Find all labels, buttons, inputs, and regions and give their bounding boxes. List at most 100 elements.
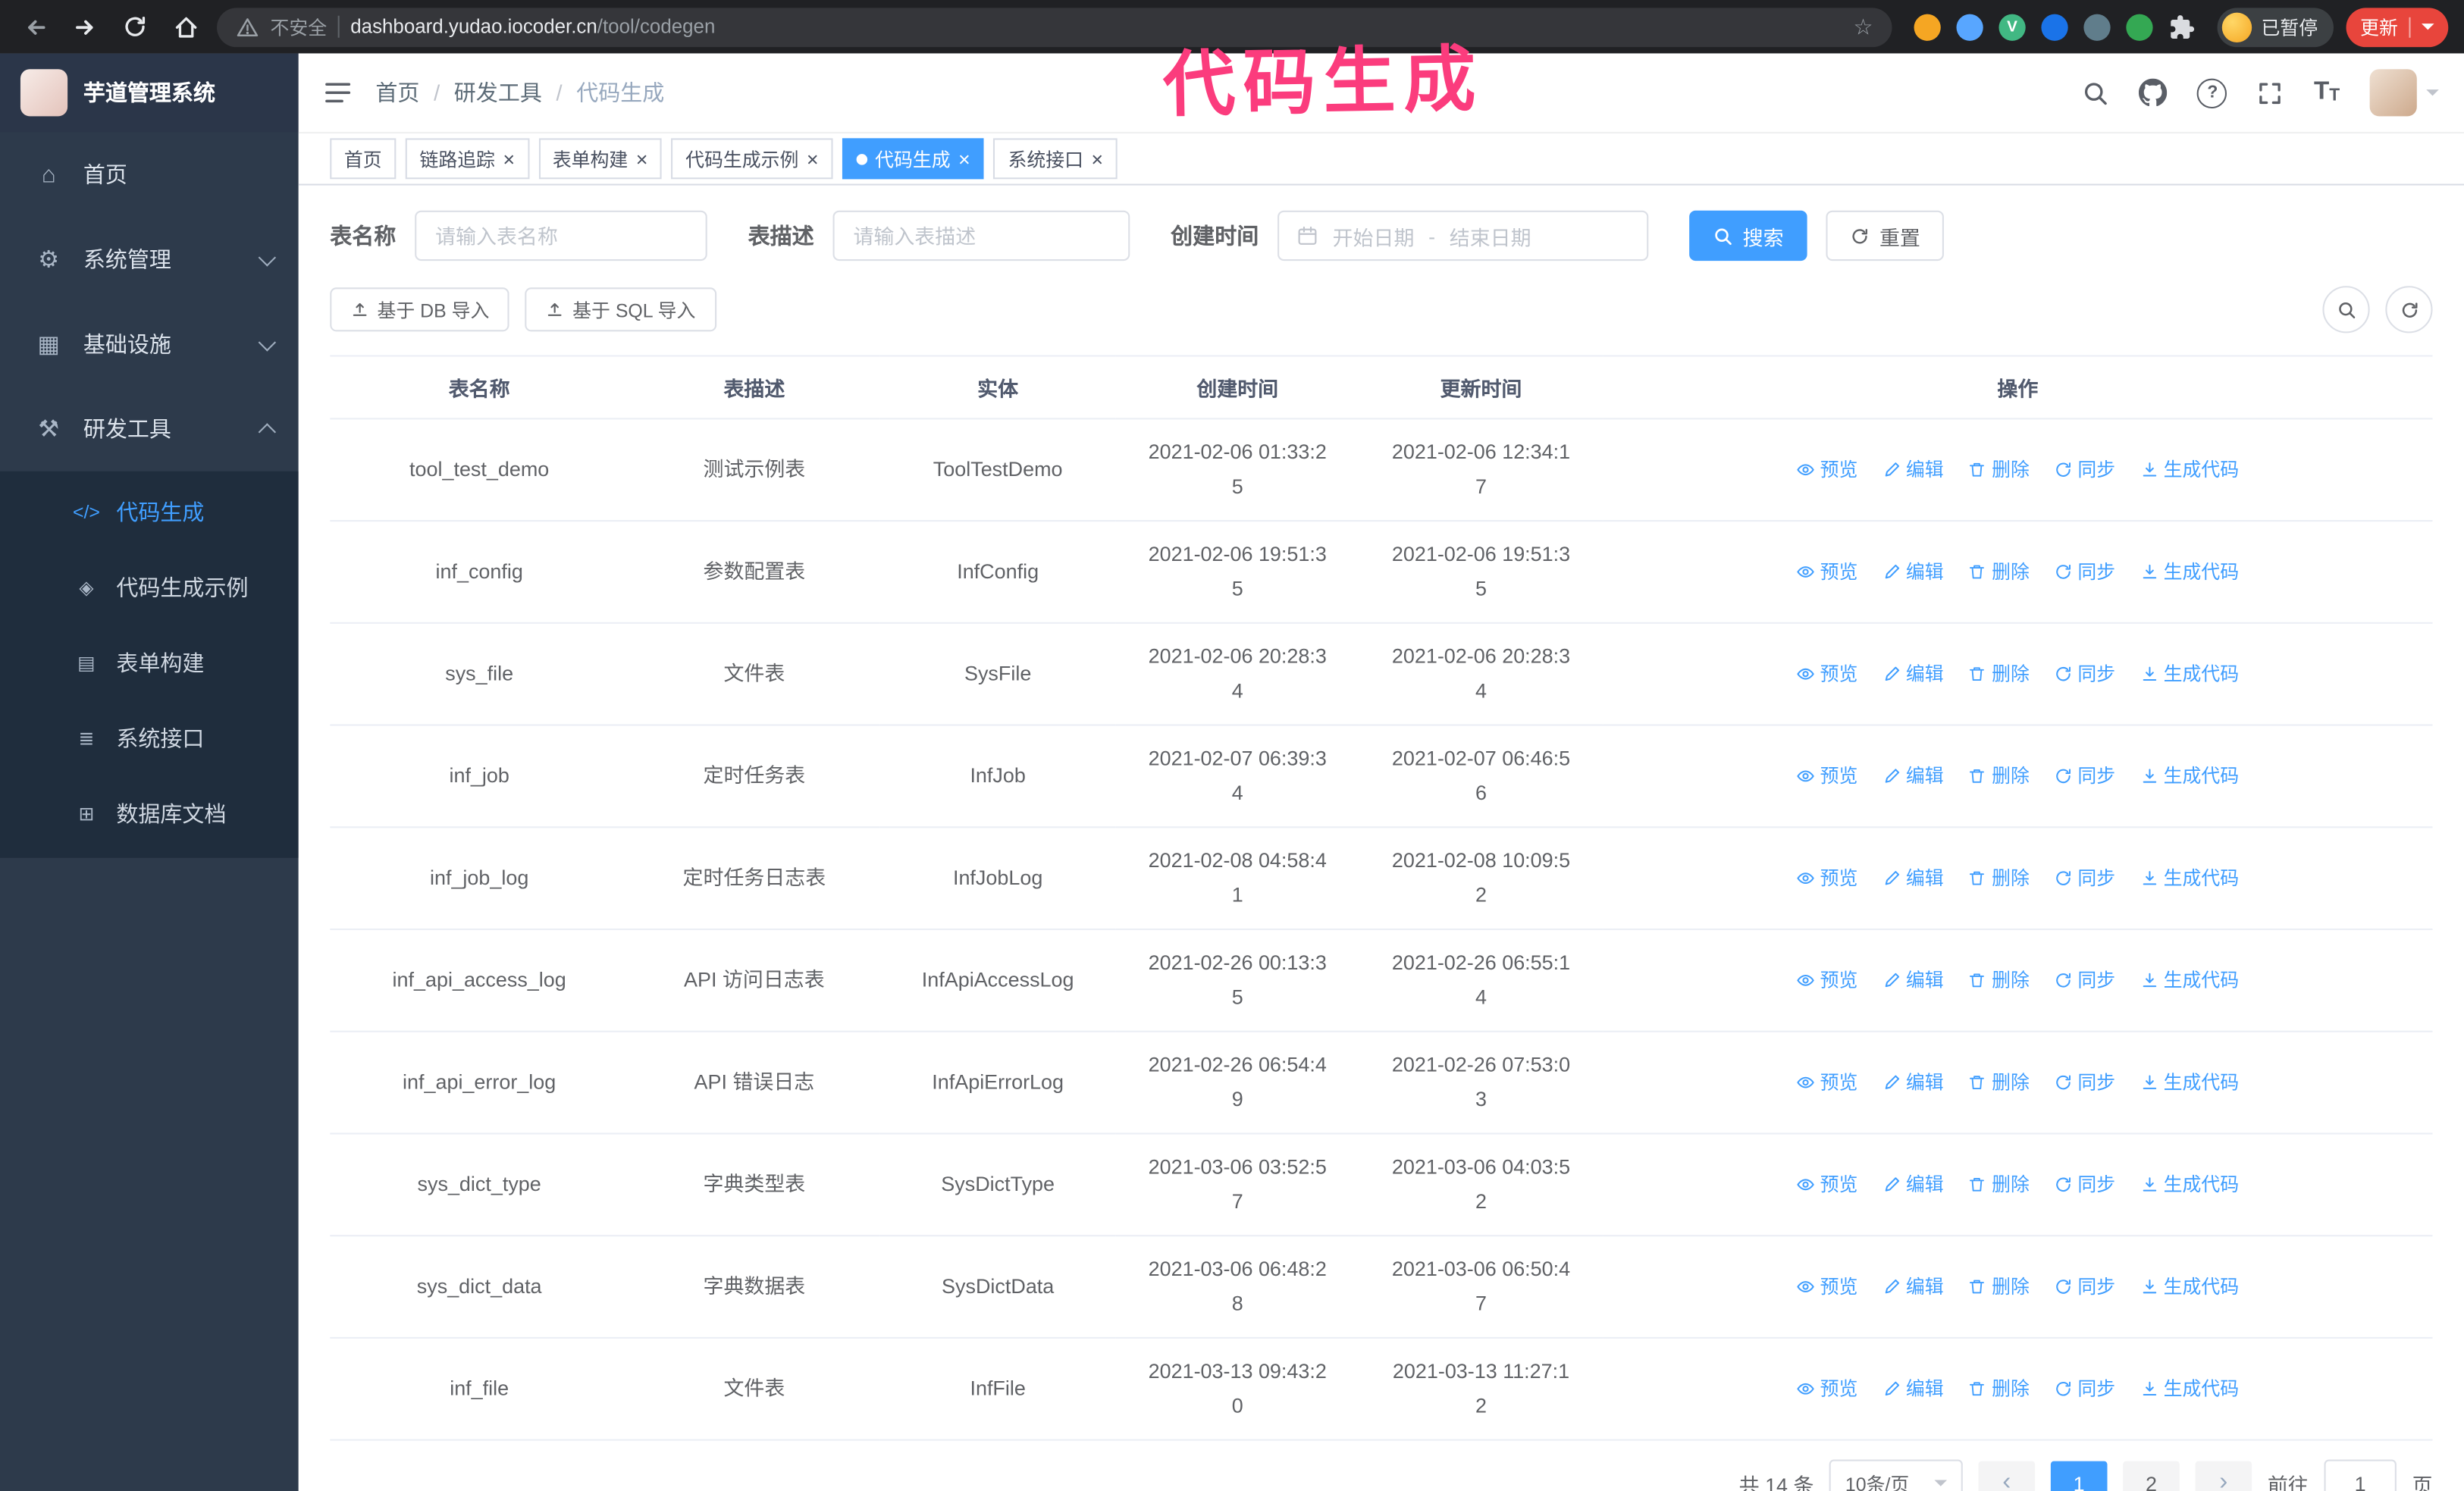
preview-link[interactable]: 预览: [1797, 963, 1857, 998]
extensions-puzzle-icon[interactable]: [2168, 14, 2195, 40]
preview-link[interactable]: 预览: [1797, 555, 1857, 590]
preview-link[interactable]: 预览: [1797, 1372, 1857, 1407]
fullscreen-icon[interactable]: [2257, 80, 2284, 106]
delete-link[interactable]: 删除: [1968, 1372, 2030, 1407]
preview-link[interactable]: 预览: [1797, 861, 1857, 896]
close-icon[interactable]: ×: [807, 149, 819, 169]
sync-link[interactable]: 同步: [2054, 1372, 2115, 1407]
delete-link[interactable]: 删除: [1968, 657, 2030, 692]
delete-link[interactable]: 删除: [1968, 1168, 2030, 1203]
table-desc-input[interactable]: [832, 210, 1130, 262]
back-button[interactable]: [16, 8, 54, 45]
sidebar-item-system-api[interactable]: ≣ 系统接口: [0, 700, 299, 775]
reload-button[interactable]: [116, 8, 154, 45]
generate-code-link[interactable]: 生成代码: [2140, 453, 2239, 488]
generate-code-link[interactable]: 生成代码: [2140, 963, 2239, 998]
edit-link[interactable]: 编辑: [1882, 963, 1944, 998]
date-start-placeholder[interactable]: 开始日期: [1333, 221, 1415, 250]
close-icon[interactable]: ×: [958, 149, 970, 169]
generate-code-link[interactable]: 生成代码: [2140, 1168, 2239, 1203]
close-icon[interactable]: ×: [636, 149, 648, 169]
profile-badge[interactable]: 已暂停: [2217, 7, 2334, 47]
generate-code-link[interactable]: 生成代码: [2140, 1270, 2239, 1305]
edit-link[interactable]: 编辑: [1882, 1066, 1944, 1101]
generate-code-link[interactable]: 生成代码: [2140, 657, 2239, 692]
edit-link[interactable]: 编辑: [1882, 555, 1944, 590]
tab-system-api[interactable]: 系统接口 ×: [993, 138, 1118, 180]
date-end-placeholder[interactable]: 结束日期: [1450, 221, 1531, 250]
forward-button[interactable]: [66, 8, 104, 45]
extension-icon-2[interactable]: [1956, 13, 1983, 40]
sync-link[interactable]: 同步: [2054, 861, 2115, 896]
sidebar-item-codegen-example[interactable]: ◈ 代码生成示例: [0, 550, 299, 625]
help-icon[interactable]: ?: [2197, 77, 2228, 108]
tab-tracing[interactable]: 链路追踪 ×: [405, 138, 529, 180]
edit-link[interactable]: 编辑: [1882, 861, 1944, 896]
page-button-2[interactable]: 2: [2123, 1461, 2180, 1491]
page-size-select[interactable]: 10条/页: [1829, 1459, 1963, 1491]
generate-code-link[interactable]: 生成代码: [2140, 1066, 2239, 1101]
tab-codegen-example[interactable]: 代码生成示例 ×: [671, 138, 833, 180]
sidebar-toggle-hamburger-icon[interactable]: [324, 80, 352, 105]
search-button[interactable]: 搜索: [1689, 210, 1807, 262]
extension-icon-5[interactable]: [2126, 13, 2153, 40]
sidebar-item-dev-tools[interactable]: ⚒ 研发工具: [0, 387, 299, 471]
edit-link[interactable]: 编辑: [1882, 1168, 1944, 1203]
sidebar-item-database-docs[interactable]: ⊞ 数据库文档: [0, 776, 299, 851]
generate-code-link[interactable]: 生成代码: [2140, 555, 2239, 590]
preview-link[interactable]: 预览: [1797, 760, 1857, 794]
sidebar-item-code-generation[interactable]: </> 代码生成: [0, 475, 299, 550]
sidebar-item-system-management[interactable]: ⚙ 系统管理: [0, 217, 299, 302]
extension-icon-vue[interactable]: V: [1998, 13, 2026, 40]
delete-link[interactable]: 删除: [1968, 555, 2030, 590]
delete-link[interactable]: 删除: [1968, 963, 2030, 998]
extension-icon-1[interactable]: [1914, 13, 1941, 40]
sync-link[interactable]: 同步: [2054, 453, 2115, 488]
search-toggle-button[interactable]: [2322, 286, 2370, 334]
delete-link[interactable]: 删除: [1968, 1066, 2030, 1101]
delete-link[interactable]: 删除: [1968, 861, 2030, 896]
edit-link[interactable]: 编辑: [1882, 1270, 1944, 1305]
tab-form-builder[interactable]: 表单构建 ×: [538, 138, 663, 180]
tab-code-generation[interactable]: 代码生成 ×: [842, 138, 985, 180]
table-name-input[interactable]: [415, 210, 707, 262]
extension-icon-4[interactable]: [2083, 13, 2111, 40]
import-db-button[interactable]: 基于 DB 导入: [330, 287, 510, 332]
prev-page-button[interactable]: ‹: [1978, 1461, 2036, 1491]
edit-link[interactable]: 编辑: [1882, 760, 1944, 794]
extension-icon-3[interactable]: [2041, 13, 2068, 40]
sidebar-item-home[interactable]: ⌂ 首页: [0, 132, 299, 217]
edit-link[interactable]: 编辑: [1882, 453, 1944, 488]
generate-code-link[interactable]: 生成代码: [2140, 1372, 2239, 1407]
sidebar-item-infrastructure[interactable]: ▦ 基础设施: [0, 302, 299, 387]
close-icon[interactable]: ×: [1091, 149, 1103, 169]
preview-link[interactable]: 预览: [1797, 1168, 1857, 1203]
import-sql-button[interactable]: 基于 SQL 导入: [525, 287, 716, 332]
reset-button[interactable]: 重置: [1826, 210, 1944, 262]
tab-home[interactable]: 首页: [330, 138, 397, 180]
sync-link[interactable]: 同步: [2054, 1168, 2115, 1203]
preview-link[interactable]: 预览: [1797, 453, 1857, 488]
delete-link[interactable]: 删除: [1968, 453, 2030, 488]
sync-link[interactable]: 同步: [2054, 760, 2115, 794]
breadcrumb-item-home[interactable]: 首页: [375, 77, 419, 108]
sync-link[interactable]: 同步: [2054, 1270, 2115, 1305]
url-bar[interactable]: 不安全 dashboard.yudao.iocoder.cn/tool/code…: [217, 7, 1892, 47]
date-range-picker[interactable]: 开始日期 - 结束日期: [1277, 210, 1649, 262]
home-button[interactable]: [167, 8, 205, 45]
next-page-button[interactable]: ›: [2195, 1461, 2252, 1491]
bookmark-star-icon[interactable]: ☆: [1854, 14, 1873, 40]
preview-link[interactable]: 预览: [1797, 1066, 1857, 1101]
page-button-1[interactable]: 1: [2050, 1461, 2108, 1491]
update-button[interactable]: 更新: [2346, 7, 2449, 47]
generate-code-link[interactable]: 生成代码: [2140, 760, 2239, 794]
github-icon[interactable]: [2139, 78, 2168, 107]
goto-page-input[interactable]: [2324, 1459, 2397, 1491]
close-icon[interactable]: ×: [503, 149, 515, 169]
sync-link[interactable]: 同步: [2054, 1066, 2115, 1101]
preview-link[interactable]: 预览: [1797, 1270, 1857, 1305]
sync-link[interactable]: 同步: [2054, 555, 2115, 590]
delete-link[interactable]: 删除: [1968, 1270, 2030, 1305]
sidebar-item-form-builder[interactable]: ▤ 表单构建: [0, 625, 299, 700]
sync-link[interactable]: 同步: [2054, 963, 2115, 998]
